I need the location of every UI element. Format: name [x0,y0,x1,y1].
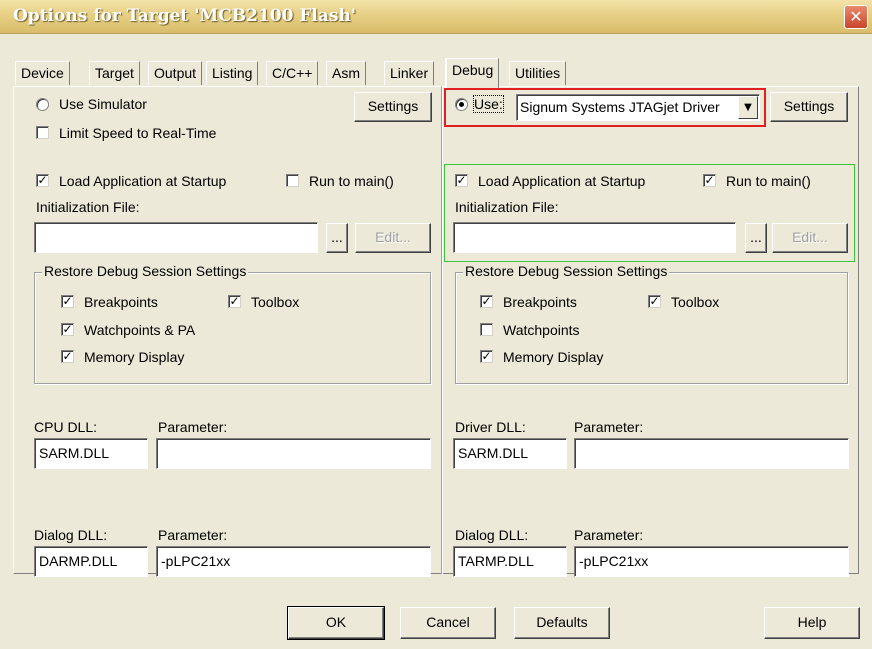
use-simulator-radio[interactable] [36,98,49,111]
right-breakpoints-label: Breakpoints [503,294,577,310]
left-restore-group-title: Restore Debug Session Settings [42,263,249,279]
right-restore-group-title: Restore Debug Session Settings [463,263,670,279]
cancel-button[interactable]: Cancel [400,607,496,639]
window-title: Options for Target 'MCB2100 Flash' [13,6,357,26]
right-watchpoints-label: Watchpoints [503,322,580,338]
right-breakpoints-checkbox[interactable]: ✓ [480,295,493,308]
left-run-to-main-label: Run to main() [309,173,394,189]
left-load-app-label: Load Application at Startup [59,173,227,189]
defaults-button[interactable]: Defaults [514,607,610,639]
driver-param-label: Parameter: [574,419,644,435]
right-memory-display-checkbox[interactable]: ✓ [480,350,493,363]
chevron-down-icon[interactable]: ▼ [738,96,758,119]
limit-speed-label: Limit Speed to Real-Time [59,125,217,141]
right-load-app-checkbox[interactable]: ✓ [455,174,468,187]
right-dialog-param-input[interactable]: -pLPC21xx [574,546,849,577]
cpu-dll-input[interactable]: SARM.DLL [34,438,148,469]
left-toolbox-label: Toolbox [251,294,300,310]
left-init-file-input[interactable] [34,222,318,253]
close-icon[interactable]: ✕ [844,5,868,29]
left-edit-button[interactable]: Edit... [355,223,431,253]
tab-output[interactable]: Output [148,61,203,85]
left-breakpoints-label: Breakpoints [84,294,158,310]
driver-select-value: Signum Systems JTAGjet Driver [520,99,720,115]
right-run-to-main-label: Run to main() [726,173,811,189]
right-dialog-dll-label: Dialog DLL: [455,527,529,543]
ok-button[interactable]: OK [287,606,385,640]
driver-select[interactable]: Signum Systems JTAGjet Driver ▼ [516,94,760,121]
left-breakpoints-checkbox[interactable]: ✓ [61,295,74,308]
left-browse-button[interactable]: ... [326,223,348,253]
tab-target[interactable]: Target [89,61,140,85]
use-driver-label: Use: [473,95,504,113]
right-init-file-input[interactable] [453,222,736,253]
cpu-param-label: Parameter: [158,419,228,435]
tab-listing[interactable]: Listing [206,61,259,85]
right-load-app-label: Load Application at Startup [478,173,646,189]
column-divider [441,86,443,574]
left-load-app-checkbox[interactable]: ✓ [36,174,49,187]
left-dialog-dll-label: Dialog DLL: [34,527,108,543]
right-dialog-param-label: Parameter: [574,527,644,543]
left-dialog-dll-input[interactable]: DARMP.DLL [34,546,148,577]
driver-dll-label: Driver DLL: [455,419,526,435]
tab-debug[interactable]: Debug [445,58,500,88]
driver-settings-button[interactable]: Settings [770,92,848,122]
use-driver-radio[interactable] [455,98,468,111]
left-memory-display-label: Memory Display [84,349,185,365]
use-simulator-label: Use Simulator [59,96,147,112]
left-watchpoints-checkbox[interactable]: ✓ [61,323,74,336]
left-watchpoints-label: Watchpoints & PA [84,322,196,338]
left-dialog-param-label: Parameter: [158,527,228,543]
cpu-dll-label: CPU DLL: [34,419,98,435]
right-memory-display-label: Memory Display [503,349,604,365]
left-run-to-main-checkbox[interactable] [286,174,299,187]
left-memory-display-checkbox[interactable]: ✓ [61,350,74,363]
tab-utilities[interactable]: Utilities [509,61,567,85]
left-init-file-label: Initialization File: [36,199,140,215]
tab-c-cpp[interactable]: C/C++ [266,61,319,85]
tab-device[interactable]: Device [15,61,70,85]
right-run-to-main-checkbox[interactable]: ✓ [703,174,716,187]
cpu-param-input[interactable] [156,438,431,469]
right-init-file-label: Initialization File: [455,199,559,215]
options-dialog: Options for Target 'MCB2100 Flash' ✕ Dev… [0,0,872,649]
right-toolbox-checkbox[interactable]: ✓ [648,295,661,308]
driver-dll-input[interactable]: SARM.DLL [453,438,567,469]
right-watchpoints-checkbox[interactable] [480,323,493,336]
left-dialog-param-input[interactable]: -pLPC21xx [156,546,431,577]
limit-speed-checkbox[interactable] [36,126,49,139]
title-bar[interactable]: Options for Target 'MCB2100 Flash' ✕ [0,0,872,34]
tab-linker[interactable]: Linker [384,61,435,85]
left-toolbox-checkbox[interactable]: ✓ [228,295,241,308]
driver-param-input[interactable] [574,438,849,469]
right-dialog-dll-input[interactable]: TARMP.DLL [453,546,567,577]
help-button[interactable]: Help [764,607,860,639]
tab-asm[interactable]: Asm [326,61,366,85]
right-browse-button[interactable]: ... [745,223,767,253]
simulator-settings-button[interactable]: Settings [354,92,432,122]
right-toolbox-label: Toolbox [671,294,720,310]
right-edit-button[interactable]: Edit... [772,223,848,253]
